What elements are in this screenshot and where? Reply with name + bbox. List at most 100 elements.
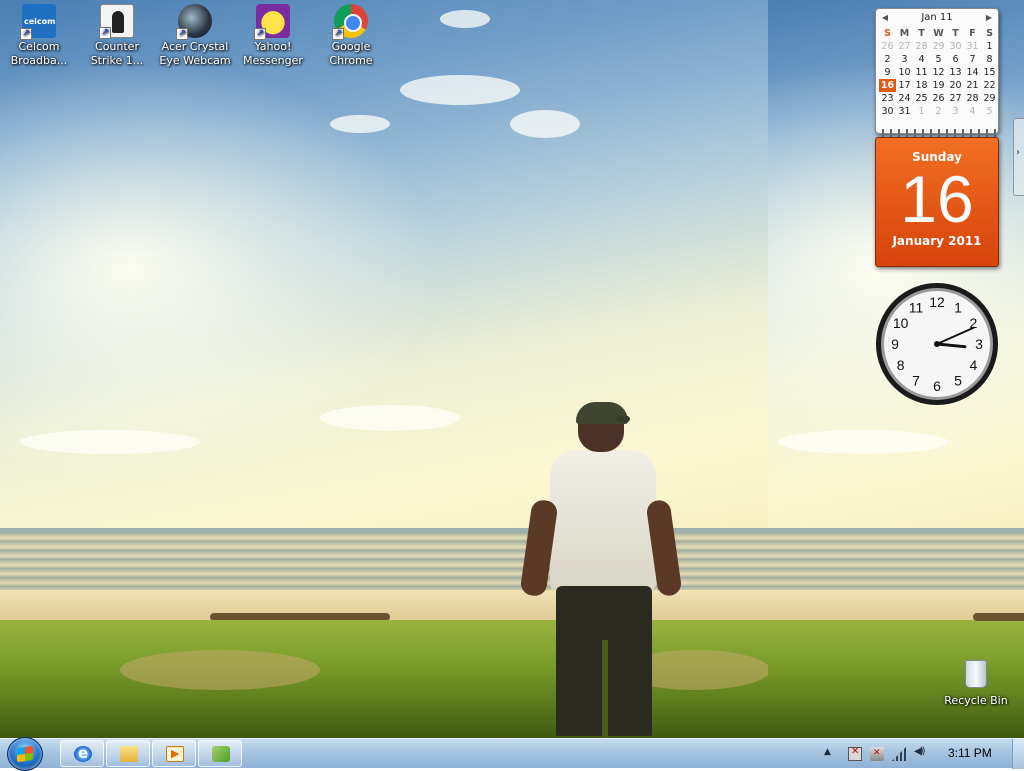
calendar-day-number: 16	[900, 162, 974, 236]
clock-gadget[interactable]: 12 1 2 3 4 5 6 7 8 9 10 11	[874, 281, 1000, 407]
taskbar-media-player[interactable]	[152, 740, 196, 767]
calendar-gadget-month[interactable]: ◀ Jan 11 ▶ S M T W T F S 26 27 28 29 30 31 1 2 3 4 5 6 7 8 9 1…	[875, 8, 999, 139]
calendar-next-month-button[interactable]: ▶	[982, 9, 996, 27]
calendar-day-cell[interactable]: 1	[981, 40, 998, 53]
windows-explorer-icon	[120, 746, 138, 762]
calendar-day-cell[interactable]: 4	[913, 53, 930, 66]
desktop-wallpaper[interactable]	[0, 0, 768, 738]
calendar-day-cell[interactable]: 4	[964, 105, 981, 118]
calendar-day-cell[interactable]: 28	[913, 40, 930, 53]
calendar-day-cell[interactable]: 31	[896, 105, 913, 118]
calendar-weekday-header: W	[933, 28, 944, 39]
calendar-day-cell[interactable]: 18	[913, 79, 930, 92]
calendar-day-cell[interactable]: 21	[964, 79, 981, 92]
calendar-day-cell[interactable]: 14	[964, 66, 981, 79]
calendar-day-cell[interactable]: 5	[981, 105, 998, 118]
wallpaper-sea	[768, 532, 1024, 592]
taskbar: ▲ 3:11 PM	[0, 737, 1024, 771]
calendar-day-cell[interactable]: 12	[930, 66, 947, 79]
calendar-day-cell[interactable]: 23	[879, 92, 896, 105]
start-button[interactable]	[7, 737, 43, 771]
calendar-weekday-header: T	[952, 28, 959, 39]
calendar-day-cell[interactable]: 3	[947, 105, 964, 118]
clock-numeral: 3	[975, 336, 983, 352]
calendar-prev-month-button[interactable]: ◀	[878, 9, 892, 27]
clock-numeral: 9	[891, 336, 899, 352]
desktop-icon-yahoo[interactable]: ↗ Yahoo! Messenger	[236, 4, 310, 68]
calendar-day-cell[interactable]: 19	[930, 79, 947, 92]
desktop-icon-label: Celcom Broadba...	[10, 40, 68, 67]
calendar-weekday-header: S	[986, 28, 993, 39]
calendar-day-cell[interactable]: 11	[913, 66, 930, 79]
power-icon[interactable]	[870, 747, 884, 761]
tray-clock[interactable]: 3:11 PM	[948, 746, 992, 760]
clock-numeral: 12	[929, 294, 945, 310]
desktop-icon-label: Yahoo! Messenger	[243, 40, 303, 67]
driftwood-log	[973, 613, 1024, 621]
calendar-day-cell[interactable]: 7	[964, 53, 981, 66]
calendar-day-cell[interactable]: 6	[947, 53, 964, 66]
calendar-day-cell[interactable]: 29	[981, 92, 998, 105]
calendar-today-cell[interactable]: 16	[879, 79, 896, 92]
network-signal-icon[interactable]	[892, 747, 906, 761]
calendar-day-cell[interactable]: 9	[879, 66, 896, 79]
calendar-day-cell[interactable]: 27	[896, 40, 913, 53]
desktop-icon-chrome[interactable]: ↗ Google Chrome	[314, 4, 388, 68]
calendar-day-cell[interactable]: 20	[947, 79, 964, 92]
taskbar-windows-explorer[interactable]	[106, 740, 150, 767]
action-center-flag-icon[interactable]	[848, 746, 862, 761]
calendar-day-cell[interactable]: 13	[947, 66, 964, 79]
desktop-icon-counter-strike[interactable]: ↗ Counter Strike 1...	[80, 4, 154, 68]
desktop-icon-celcom[interactable]: ↗ Celcom Broadba...	[2, 4, 76, 68]
calendar-day-grid: S M T W T F S 26 27 28 29 30 31 1 2 3 4 5 6 7 8 9 10 11 12 13 14 15…	[879, 27, 998, 118]
calendar-day-cell[interactable]: 25	[913, 92, 930, 105]
calendar-day-cell[interactable]: 30	[947, 40, 964, 53]
calendar-day-cell[interactable]: 10	[896, 66, 913, 79]
calendar-weekday-header: M	[899, 28, 910, 39]
cloud	[440, 10, 490, 28]
calendar-day-cell[interactable]: 26	[930, 92, 947, 105]
calendar-day-cell[interactable]: 1	[913, 105, 930, 118]
calendar-day-cell[interactable]: 15	[981, 66, 998, 79]
calendar-day-cell[interactable]: 24	[896, 92, 913, 105]
calendar-day-cell[interactable]: 30	[879, 105, 896, 118]
calendar-day-cell[interactable]: 22	[981, 79, 998, 92]
clock-numeral: 8	[897, 357, 905, 373]
calendar-day-cell[interactable]: 3	[896, 53, 913, 66]
clock-numeral: 6	[933, 378, 941, 394]
calendar-day-cell[interactable]: 28	[964, 92, 981, 105]
internet-explorer-icon	[74, 744, 92, 762]
show-hidden-icons-button[interactable]: ▲	[824, 747, 831, 757]
calendar-day-cell[interactable]: 2	[930, 105, 947, 118]
chrome-icon: ↗	[332, 4, 368, 40]
desktop-icon-recycle-bin[interactable]: Recycle Bin	[942, 660, 1010, 707]
calendar-day-cell[interactable]: 17	[896, 79, 913, 92]
show-desktop-button[interactable]	[1012, 739, 1024, 769]
calendar-weekday-header: S	[884, 28, 891, 39]
yahoo-messenger-icon: ↗	[254, 4, 290, 40]
taskbar-internet-explorer[interactable]	[60, 740, 104, 767]
desktop-icon-webcam[interactable]: ↗ Acer Crystal Eye Webcam	[158, 4, 232, 68]
calendar-day-cell[interactable]: 5	[930, 53, 947, 66]
clock-numeral: 5	[954, 372, 962, 388]
calendar-day-cell[interactable]: 26	[879, 40, 896, 53]
calendar-day-cell[interactable]: 31	[964, 40, 981, 53]
gadgets-icon	[212, 746, 230, 762]
calendar-day-cell[interactable]: 8	[981, 53, 998, 66]
clock-face: 12 1234567891011	[876, 283, 998, 405]
calendar-day-cell[interactable]: 2	[879, 53, 896, 66]
volume-icon[interactable]	[914, 746, 928, 761]
recycle-bin-icon	[965, 660, 987, 688]
clock-numeral: 7	[912, 372, 920, 388]
calendar-day-cell[interactable]: 27	[947, 92, 964, 105]
cloud	[320, 405, 460, 431]
clock-numeral: 1	[954, 300, 962, 316]
calendar-gadget-day[interactable]: Sunday 16 January 2011	[875, 137, 999, 267]
grass-patch	[120, 650, 320, 690]
desktop-icon-label: Counter Strike 1...	[90, 40, 144, 67]
gadget-sidebar-handle[interactable]	[1013, 118, 1024, 196]
clock-numeral: 4	[969, 357, 977, 373]
calendar-month-label: Jan 11	[921, 12, 953, 23]
taskbar-gadgets[interactable]	[198, 740, 242, 767]
calendar-day-cell[interactable]: 29	[930, 40, 947, 53]
